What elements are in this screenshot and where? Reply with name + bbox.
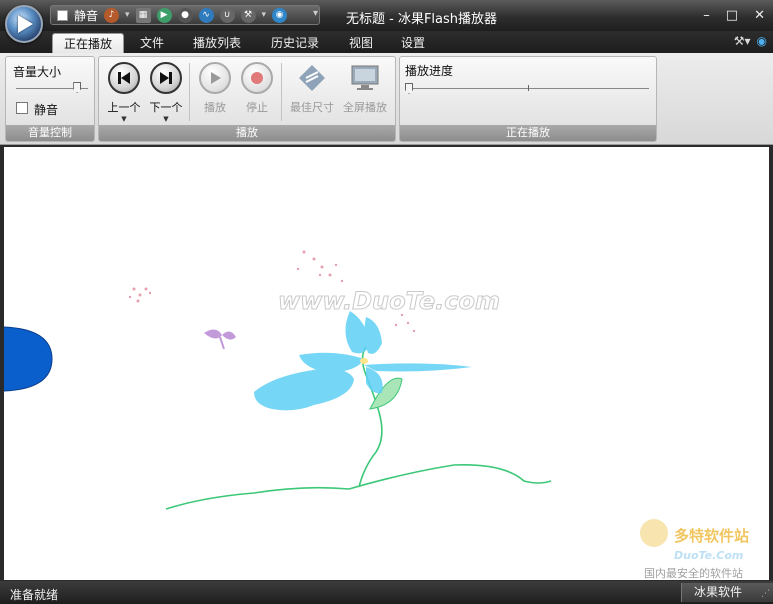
ground-line — [165, 464, 552, 510]
best-size-label: 最佳尺寸 — [290, 101, 334, 114]
logo-en-text: DuoTe.Com — [674, 549, 743, 562]
play-group: 上一个 ▼ 下一个 ▼ 播放 停止 最佳尺寸 全屏播放 播放 — [98, 56, 396, 142]
fullscreen-button[interactable]: 全屏播放 — [341, 62, 389, 115]
volume-slider-thumb[interactable] — [73, 82, 82, 93]
tab-file[interactable]: 文件 — [133, 33, 171, 53]
separator — [189, 63, 190, 121]
ribbon-tabs: 正在播放 文件 播放列表 历史记录 视图 设置 ⚒▾ ◉ — [0, 31, 773, 53]
skip-previous-icon — [108, 62, 140, 94]
play-icon — [199, 62, 231, 94]
volume-group-caption: 音量控制 — [6, 125, 94, 141]
progress-slider-thumb[interactable] — [405, 83, 413, 94]
previous-label: 上一个 — [107, 101, 141, 114]
fullscreen-monitor-icon — [349, 62, 381, 94]
tab-view[interactable]: 视图 — [342, 33, 380, 53]
dropdown-icon[interactable]: ▼ — [146, 115, 186, 123]
blue-circle — [4, 326, 53, 392]
tab-now-playing[interactable]: 正在播放 — [52, 33, 124, 53]
tools-icon[interactable]: ⚒▾ — [734, 34, 751, 48]
duote-logo: 多特软件站 DuoTe.Com 国内最安全的软件站 — [640, 519, 749, 580]
flash-animation: www.DuoTe.com 多特软件站 DuoTe.Com 国内最安全的软件站 — [4, 250, 749, 580]
stop-button[interactable]: 停止 — [237, 62, 277, 115]
flower-center — [360, 358, 368, 364]
skip-next-icon — [150, 62, 182, 94]
app-menu-button[interactable] — [5, 5, 43, 43]
play-logo-icon — [18, 15, 33, 33]
ribbon: 音量大小 静音 音量控制 上一个 ▼ 下一个 ▼ 播放 停止 最佳尺寸 全屏播放… — [0, 53, 773, 145]
window-controls: – □ ✕ — [703, 8, 765, 23]
progress-title: 播放进度 — [405, 64, 454, 78]
resize-grip-icon[interactable]: ⋰ — [761, 589, 770, 599]
next-label: 下一个 — [149, 101, 183, 114]
dropdown-icon[interactable]: ▼ — [104, 115, 144, 123]
status-text: 准备就绪 — [10, 588, 59, 602]
watermark-text: www.DuoTe.com — [278, 287, 500, 315]
status-bar: 准备就绪 冰果软件 ⋰ — [0, 581, 773, 604]
stop-icon — [241, 62, 273, 94]
help-globe-icon[interactable]: ◉ — [757, 34, 767, 48]
volume-group: 音量大小 静音 音量控制 — [5, 56, 95, 142]
next-button[interactable]: 下一个 ▼ — [146, 62, 186, 123]
best-size-button[interactable]: 最佳尺寸 — [289, 62, 335, 115]
previous-button[interactable]: 上一个 ▼ — [104, 62, 144, 123]
tab-settings[interactable]: 设置 — [394, 33, 432, 53]
now-playing-group: 播放进度 正在播放 — [399, 56, 657, 142]
best-size-icon — [296, 62, 328, 94]
progress-slider[interactable] — [409, 88, 649, 89]
company-label: 冰果软件 — [681, 583, 773, 602]
mute-label: 静音 — [34, 103, 59, 117]
play-label: 播放 — [204, 101, 226, 114]
now-playing-caption: 正在播放 — [400, 125, 656, 141]
fullscreen-label: 全屏播放 — [343, 101, 387, 114]
close-button[interactable]: ✕ — [754, 8, 765, 23]
logo-sub-text: 国内最安全的软件站 — [644, 566, 743, 580]
tab-history[interactable]: 历史记录 — [264, 33, 326, 53]
mute-checkbox[interactable] — [16, 102, 28, 114]
stop-label: 停止 — [246, 101, 268, 114]
tab-playlist[interactable]: 播放列表 — [186, 33, 248, 53]
volume-title: 音量大小 — [13, 65, 62, 79]
window-title: 无标题 - 冰果Flash播放器 — [345, 12, 498, 27]
play-button[interactable]: 播放 — [195, 62, 235, 115]
butterfly — [204, 329, 236, 350]
title-bar: 静音 ♪ ▾ ▦ ▶ ● ∿ ∪ ⚒ ▾ ◉ ▾ 无标题 - 冰果Flash播放… — [0, 0, 773, 31]
minimize-button[interactable]: – — [703, 8, 710, 23]
play-group-caption: 播放 — [99, 125, 395, 141]
flash-content-area[interactable]: www.DuoTe.com 多特软件站 DuoTe.Com 国内最安全的软件站 — [4, 147, 769, 580]
maximize-button[interactable]: □ — [726, 8, 738, 23]
separator — [281, 63, 282, 121]
progress-tick — [528, 85, 529, 91]
logo-cn-text: 多特软件站 — [674, 527, 749, 545]
